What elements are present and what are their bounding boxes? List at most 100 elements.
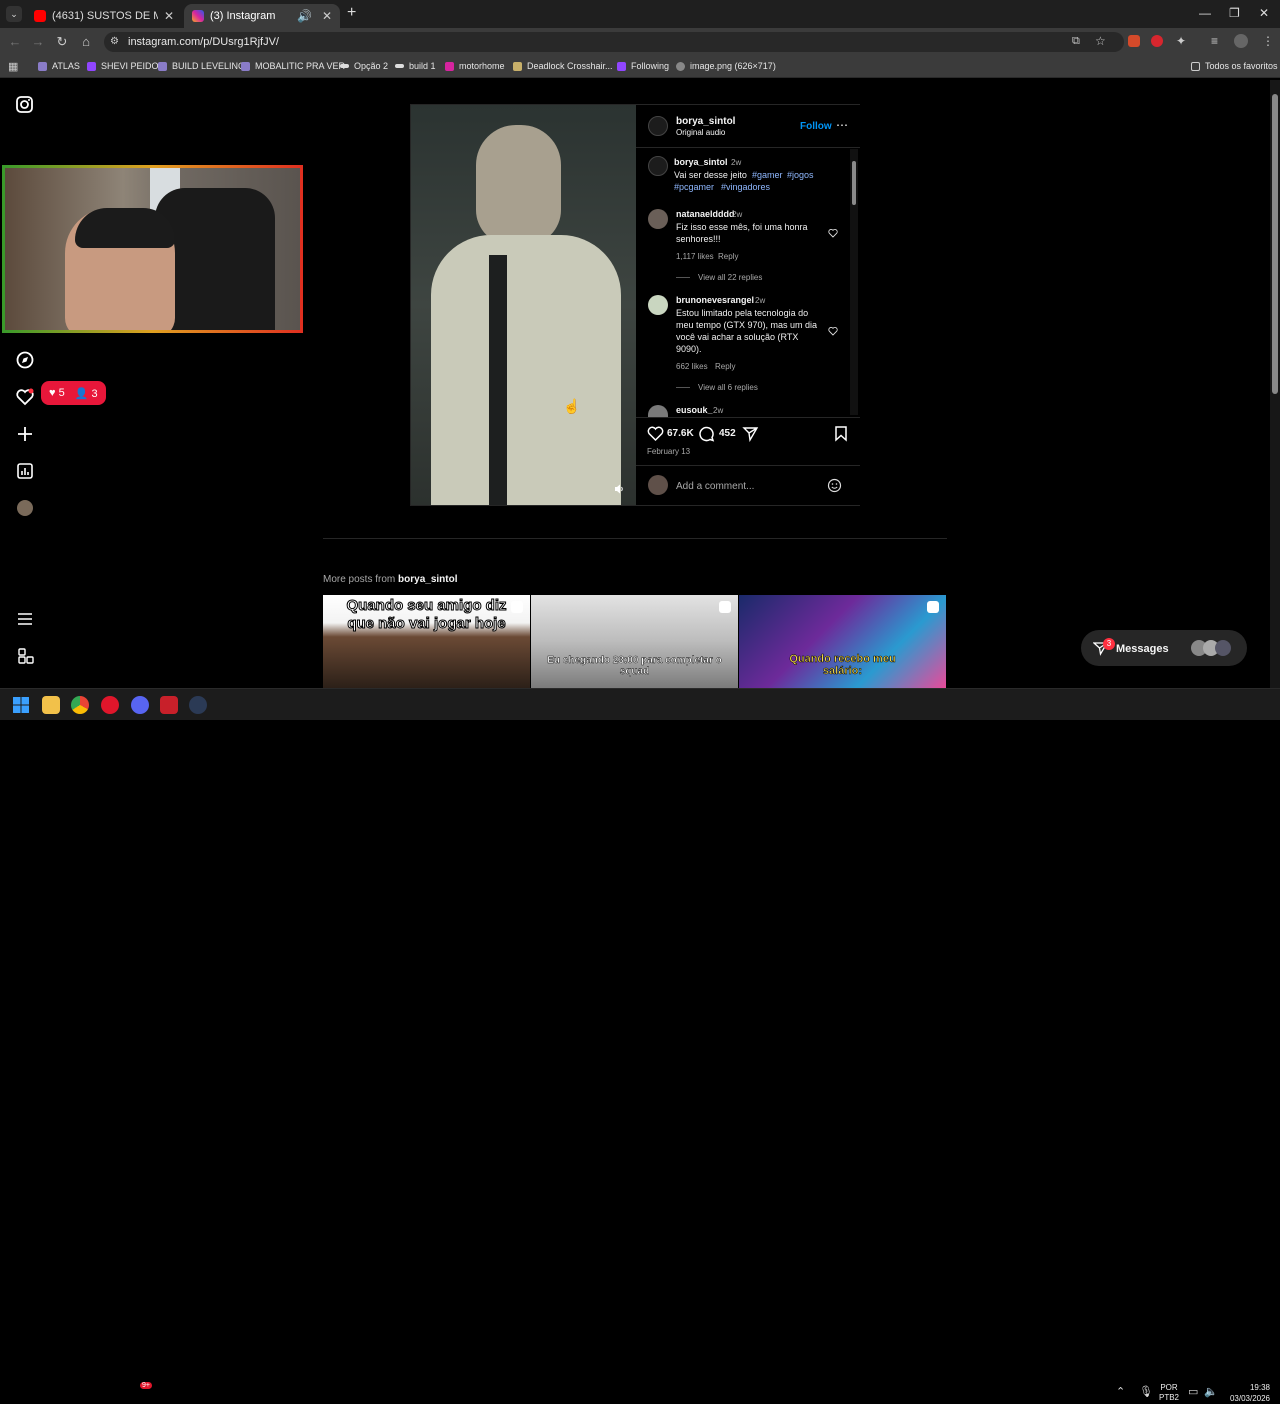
language-indicator[interactable]: POR PTB2	[1159, 1383, 1179, 1403]
speaker-icon[interactable]: 🔊	[297, 9, 312, 23]
forward-icon[interactable]: →	[29, 33, 47, 51]
home-icon[interactable]: ⌂	[77, 33, 95, 51]
network-icon[interactable]: ▭	[1188, 1385, 1198, 1398]
tray-chevron-icon[interactable]: ⌃	[1116, 1385, 1125, 1398]
create-plus-icon[interactable]	[14, 423, 36, 445]
messages-button[interactable]: 3 Messages	[1081, 630, 1247, 666]
comment-avatar[interactable]	[648, 405, 668, 417]
more-options-icon[interactable]: ⋯	[836, 118, 848, 132]
close-tab-icon[interactable]: ✕	[164, 9, 174, 23]
bookmark-image[interactable]: image.png (626×717)	[676, 61, 776, 71]
tab-search-toolbar-icon[interactable]: ≡	[1211, 34, 1218, 48]
volume-tray-icon[interactable]: 🔈	[1204, 1385, 1218, 1398]
restore-button[interactable]: ❐	[1229, 6, 1240, 20]
caption-avatar[interactable]	[648, 156, 668, 176]
comment-divider	[636, 465, 860, 466]
steam-icon[interactable]	[189, 696, 207, 714]
also-from-meta-icon[interactable]	[14, 645, 36, 667]
new-tab-button[interactable]: +	[347, 4, 356, 22]
bookmark-all-favorites[interactable]: Todos os favoritos	[1191, 61, 1278, 71]
add-comment-input[interactable]: Add a comment...	[676, 481, 816, 492]
hashtag[interactable]: #pcgamer	[674, 181, 714, 193]
author-username[interactable]: borya_sintol	[676, 116, 735, 127]
bookmark-shevi[interactable]: SHEVI PEIDO	[87, 61, 159, 71]
discord-icon[interactable]	[131, 696, 149, 714]
save-bookmark-icon[interactable]	[834, 425, 848, 442]
comments-scroll-thumb[interactable]	[852, 161, 856, 205]
reply-button[interactable]: Reply	[718, 252, 738, 261]
chrome-icon[interactable]	[71, 696, 89, 714]
minimize-button[interactable]: —	[1199, 6, 1211, 20]
post-thumbnail[interactable]: Quando seu amigo diz que não vai jogar h…	[323, 595, 530, 688]
like-icon[interactable]	[647, 425, 664, 442]
extensions-puzzle-icon[interactable]: ✦	[1176, 34, 1186, 48]
bookmark-following[interactable]: Following	[617, 61, 669, 71]
post-thumbnail[interactable]: Eu chegando 23:00 para completar o squad	[531, 595, 738, 688]
post-thumbnail[interactable]: Quando recebo meu salário:	[739, 595, 946, 688]
bookmark-deadlock[interactable]: Deadlock Crosshair...	[513, 61, 613, 71]
profile-avatar-icon[interactable]	[17, 500, 33, 516]
tab-youtube[interactable]: (4631) SUSTOS DE MOTO (EP. 2 ✕	[26, 4, 182, 28]
install-app-icon[interactable]: ⧉	[1072, 35, 1080, 48]
comment-username[interactable]: brunonevesrangel	[676, 295, 754, 305]
bookmark-opcao2[interactable]: Opção 2	[340, 61, 388, 71]
close-tab-icon[interactable]: ✕	[322, 9, 332, 23]
adblock-icon[interactable]	[1151, 35, 1163, 47]
bookmark-star-icon[interactable]: ☆	[1095, 34, 1106, 48]
bookmark-build1[interactable]: build 1	[395, 61, 436, 71]
microphone-icon[interactable]: 🎙	[1139, 1385, 1153, 1398]
emoji-icon[interactable]	[827, 478, 842, 493]
comment-likes[interactable]: 662 likes	[676, 362, 708, 371]
comment-avatar[interactable]	[648, 295, 668, 315]
bookmark-motorhome[interactable]: motorhome	[445, 61, 505, 71]
browser-menu-icon[interactable]: ⋮	[1262, 34, 1274, 48]
volume-icon[interactable]	[613, 483, 625, 495]
like-comment-icon[interactable]	[828, 326, 838, 336]
page-scroll-thumb[interactable]	[1272, 94, 1278, 394]
url-text[interactable]: instagram.com/p/DUsrg1RjfJV/	[128, 36, 279, 48]
comment-avatar[interactable]	[648, 209, 668, 229]
like-comment-icon[interactable]	[828, 228, 838, 238]
hashtag[interactable]: #jogos	[787, 169, 814, 181]
tab-instagram[interactable]: (3) Instagram 🔊 ✕	[184, 4, 340, 28]
like-count[interactable]: 67.6K	[667, 428, 694, 439]
bookmark-build-leveling[interactable]: BUILD LEVELING	[158, 61, 245, 71]
apps-grid-icon[interactable]: ▦	[8, 60, 18, 73]
app-icon[interactable]	[160, 696, 178, 714]
author-avatar[interactable]	[648, 116, 668, 136]
comment-username[interactable]: natanaeldddd	[676, 209, 735, 219]
dashboard-icon[interactable]	[14, 460, 36, 482]
comment-icon[interactable]	[698, 425, 715, 442]
profile-avatar[interactable]	[1234, 34, 1248, 48]
reload-icon[interactable]: ↻	[53, 33, 71, 51]
reply-button[interactable]: Reply	[715, 362, 735, 371]
file-explorer-icon[interactable]	[42, 696, 60, 714]
view-replies-button[interactable]: View all 6 replies	[698, 383, 758, 392]
back-icon[interactable]: ←	[6, 33, 24, 51]
explore-icon[interactable]	[14, 349, 36, 371]
bookmark-mobalitic[interactable]: MOBALITIC PRA VER	[241, 61, 345, 71]
extension-icon[interactable]	[1128, 35, 1140, 47]
notification-badge[interactable]: ♥ 5 👤 3	[41, 381, 106, 405]
caption-username[interactable]: borya_sintol	[674, 157, 728, 167]
site-info-icon[interactable]: ⚙	[110, 36, 119, 47]
comment-username[interactable]: eusouk_	[676, 405, 713, 415]
notifications-heart-icon[interactable]	[14, 386, 36, 408]
share-icon[interactable]	[742, 425, 759, 442]
hashtag[interactable]: #vingadores	[721, 181, 770, 193]
comment-count[interactable]: 452	[719, 428, 736, 439]
menu-icon[interactable]	[14, 608, 36, 630]
windows-start-icon[interactable]	[12, 696, 30, 714]
reel-video[interactable]	[411, 105, 636, 505]
audio-label[interactable]: Original audio	[676, 128, 725, 137]
follow-button[interactable]: Follow	[800, 121, 832, 132]
close-window-button[interactable]: ✕	[1259, 6, 1269, 20]
instagram-logo-icon[interactable]	[14, 94, 36, 116]
opera-icon[interactable]	[101, 696, 119, 714]
view-replies-button[interactable]: View all 22 replies	[698, 273, 762, 282]
tab-search-icon[interactable]: ⌄	[6, 6, 22, 22]
hashtag[interactable]: #gamer	[752, 169, 783, 181]
comment-likes[interactable]: 1,117 likes	[676, 252, 714, 261]
bookmark-atlas[interactable]: ATLAS	[38, 61, 80, 71]
clock[interactable]: 19:38 03/03/2026	[1226, 1382, 1270, 1404]
